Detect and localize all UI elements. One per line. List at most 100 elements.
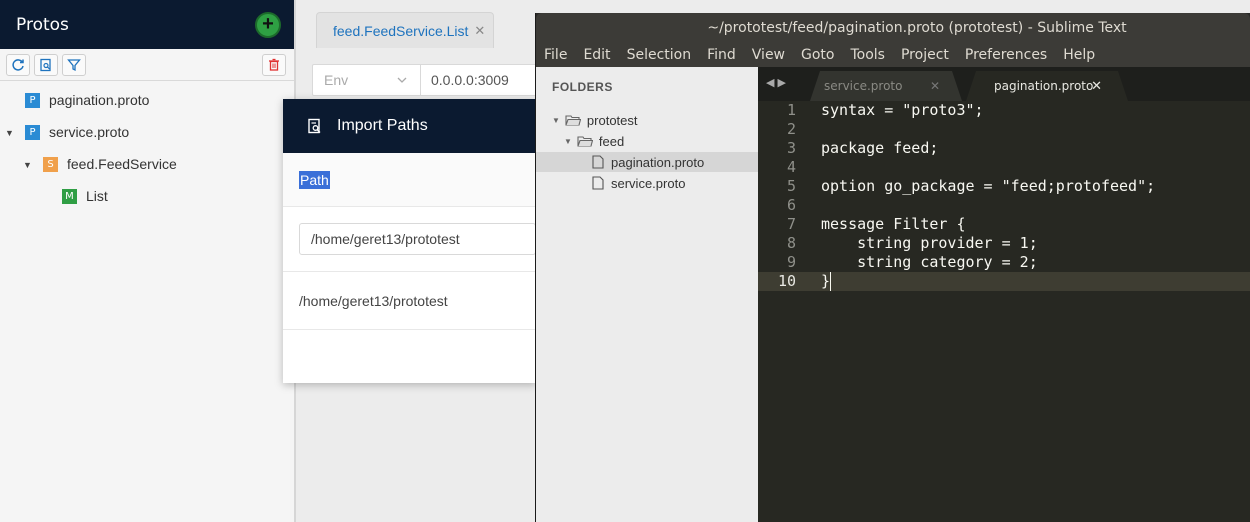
code-text: package feed; — [821, 139, 939, 157]
sublime-sidebar: FOLDERS ▼ prototest ▼ feed pagination.pr… — [536, 67, 758, 522]
tree-item-label: service.proto — [49, 124, 130, 140]
code-line: 1 syntax = "proto3"; — [758, 101, 1250, 120]
file-service-proto[interactable]: service.proto — [592, 173, 685, 193]
folder-open-icon — [565, 115, 581, 126]
code-line: 7 message Filter { — [758, 215, 1250, 234]
line-number: 4 — [786, 158, 796, 176]
folders-heading: FOLDERS — [552, 80, 613, 94]
path-input[interactable] — [299, 223, 536, 255]
tree-item-label: pagination.proto — [49, 92, 150, 108]
code-line: 9 string category = 2; — [758, 253, 1250, 272]
line-number: 2 — [786, 120, 796, 138]
menu-view[interactable]: View — [752, 47, 785, 63]
file-icon — [592, 176, 604, 190]
menu-find[interactable]: Find — [707, 47, 736, 63]
line-number: 7 — [786, 215, 796, 233]
sublime-titlebar: ~/prototest/feed/pagination.proto (proto… — [536, 13, 1250, 43]
proto-file-icon: P — [25, 124, 40, 140]
import-paths-button[interactable] — [34, 53, 58, 76]
code-text: message Filter { — [821, 215, 966, 233]
caret-down-icon[interactable]: ▼ — [5, 128, 14, 138]
file-label: service.proto — [611, 175, 686, 191]
code-text: } — [796, 272, 832, 291]
reload-icon — [12, 58, 24, 71]
line-number: 9 — [786, 253, 796, 271]
tab-pagination-proto[interactable]: pagination.proto ✕ — [966, 71, 1128, 101]
file-pagination-proto[interactable]: pagination.proto — [536, 152, 758, 172]
path-list-item[interactable]: /home/geret13/prototest — [283, 272, 536, 330]
code-area[interactable]: 1 syntax = "proto3"; 2 3 package feed; 4 5… — [758, 101, 1250, 291]
file-search-icon — [308, 118, 321, 133]
tree-item-feed-service[interactable]: S feed.FeedService — [43, 153, 177, 175]
tab-feed-service-list[interactable]: feed.FeedService.List ✕ — [316, 12, 494, 48]
modal-header: Import Paths — [283, 99, 536, 153]
caret-down-icon: ▼ — [564, 136, 572, 146]
menu-help[interactable]: Help — [1063, 47, 1095, 63]
path-input-row — [283, 207, 536, 272]
proto-file-icon: P — [25, 92, 40, 108]
modal-title: Import Paths — [337, 117, 428, 134]
code-line: 3 package feed; — [758, 139, 1250, 158]
code-line: 2 — [758, 120, 1250, 139]
code-text-content: } — [821, 272, 831, 290]
code-text: option go_package = "feed;protofeed"; — [821, 177, 1156, 195]
env-bar: Env 0.0.0.0:3009 — [312, 64, 542, 96]
delete-button[interactable] — [262, 54, 286, 76]
reload-button[interactable] — [6, 53, 30, 76]
editor-tabbar: ◀ ▶ service.proto ✕ pagination.proto ✕ — [758, 67, 1250, 101]
close-icon[interactable]: ✕ — [930, 79, 940, 93]
tab-label: feed.FeedService.List — [333, 22, 469, 39]
tab-nav-arrows-icon[interactable]: ◀ ▶ — [766, 76, 786, 89]
menu-selection[interactable]: Selection — [627, 47, 692, 63]
line-number: 8 — [786, 234, 796, 252]
menu-preferences[interactable]: Preferences — [965, 47, 1047, 63]
tree-item-method-list[interactable]: M List — [62, 185, 108, 207]
folder-label: prototest — [586, 112, 638, 128]
line-number: 5 — [786, 177, 796, 195]
protos-header: Protos + — [0, 0, 294, 49]
code-line: 5 option go_package = "feed;protofeed"; — [758, 177, 1250, 196]
tree-item-pagination-proto[interactable]: P pagination.proto — [25, 89, 149, 111]
path-column-label: Path — [299, 170, 330, 189]
tab-label: service.proto — [824, 79, 903, 93]
tab-service-proto[interactable]: service.proto ✕ — [810, 71, 962, 101]
sublime-menubar: File Edit Selection Find View Goto Tools… — [536, 43, 1250, 67]
env-select[interactable]: Env — [313, 65, 421, 95]
folder-label: feed — [598, 133, 625, 149]
close-icon[interactable]: ✕ — [1091, 79, 1102, 94]
code-line: 8 string provider = 1; — [758, 234, 1250, 253]
plus-icon: + — [262, 13, 274, 35]
menu-tools[interactable]: Tools — [850, 47, 885, 63]
chevron-down-icon — [397, 77, 407, 83]
service-icon: S — [43, 156, 58, 172]
code-text: string category = 2; — [821, 253, 1038, 271]
menu-project[interactable]: Project — [901, 47, 949, 63]
file-label: pagination.proto — [611, 154, 705, 170]
menu-file[interactable]: File — [544, 47, 567, 63]
path-column-header: Path — [283, 153, 536, 207]
menu-goto[interactable]: Goto — [801, 47, 834, 63]
tree-item-service-proto[interactable]: P service.proto — [25, 121, 129, 143]
code-line: 6 — [758, 196, 1250, 215]
caret-down-icon[interactable]: ▼ — [23, 160, 32, 170]
trash-icon — [269, 58, 279, 71]
address-input[interactable]: 0.0.0.0:3009 — [421, 72, 509, 88]
sublime-window: ~/prototest/feed/pagination.proto (proto… — [535, 13, 1250, 522]
folder-prototest[interactable]: ▼ prototest — [552, 110, 638, 130]
code-text: syntax = "proto3"; — [821, 101, 984, 119]
add-proto-button[interactable]: + — [255, 11, 281, 38]
file-icon — [592, 155, 604, 169]
tree-item-label: List — [86, 188, 108, 204]
close-icon[interactable]: ✕ — [474, 23, 485, 39]
import-paths-modal: Import Paths Path /home/geret13/prototes… — [283, 99, 536, 383]
folder-feed[interactable]: ▼ feed — [564, 131, 624, 151]
file-search-icon — [40, 58, 51, 71]
method-icon: M — [62, 188, 77, 204]
code-line-current: 10} — [758, 272, 1250, 291]
folder-open-icon — [577, 136, 593, 147]
menu-edit[interactable]: Edit — [583, 47, 610, 63]
filter-button[interactable] — [62, 53, 86, 76]
